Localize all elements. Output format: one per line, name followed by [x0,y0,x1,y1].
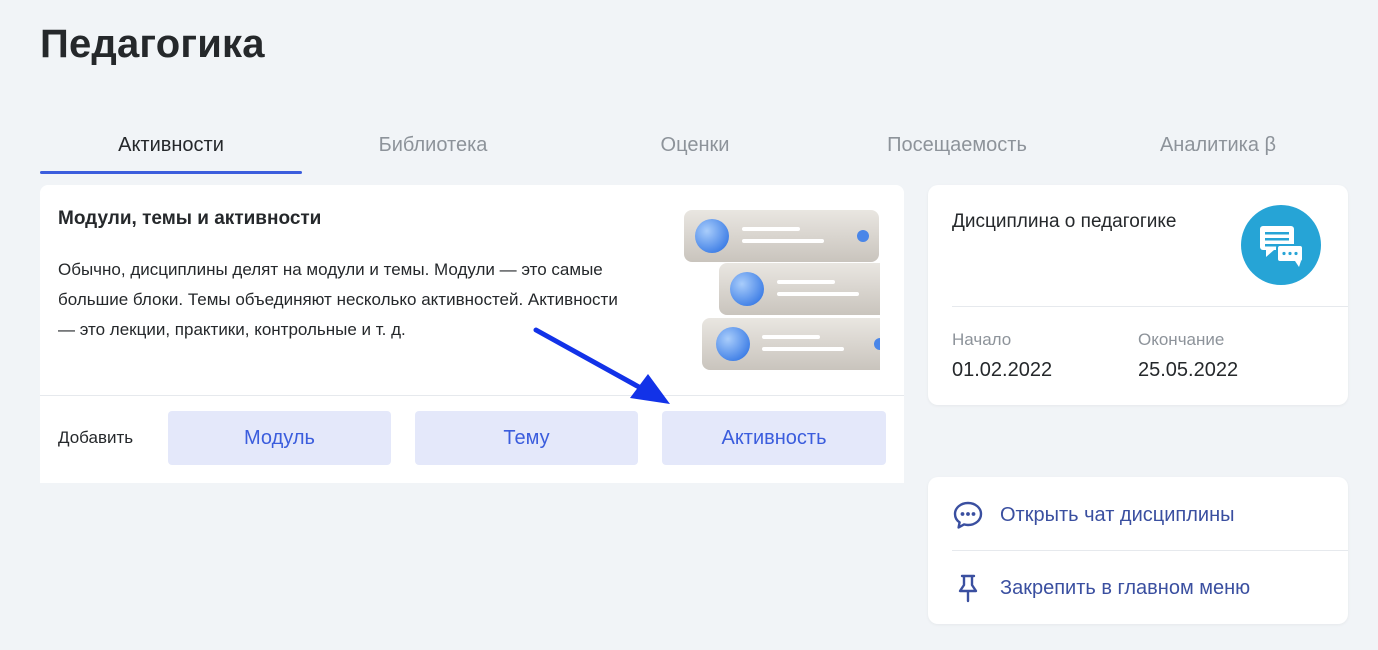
course-chat-badge-icon [1241,205,1321,285]
illustration-row-2 [719,263,880,315]
module-list-illustration [684,210,880,370]
pin-icon [958,574,978,603]
course-name: Дисциплина о педагогике [952,211,1177,232]
illustration-row-1 [684,210,879,262]
page-title: Педагогика [40,22,265,66]
open-chat-action[interactable]: Открыть чат дисциплины [952,479,1348,551]
course-actions-card: Открыть чат дисциплины Закрепить в главн… [928,477,1348,624]
open-chat-label: Открыть чат дисциплины [1000,503,1235,526]
tab-bar: Активности Библиотека Оценки Посещаемост… [40,118,1348,174]
pin-to-menu-label: Закрепить в главном меню [1000,576,1251,599]
tab-attendance[interactable]: Посещаемость [826,118,1088,172]
pin-to-menu-action[interactable]: Закрепить в главном меню [952,552,1348,624]
modules-card-divider [40,395,904,396]
modules-card-title: Модули, темы и активности [58,208,322,229]
add-module-button[interactable]: Модуль [168,411,391,465]
end-date-label: Окончание [1138,330,1225,349]
add-topic-button[interactable]: Тему [415,411,638,465]
course-info-card: Дисциплина о педагогике Начало 01.02.202… [928,185,1348,405]
end-date-value: 25.05.2022 [1138,359,1239,381]
modules-card-description: Обычно, дисциплины делят на модули и тем… [58,260,618,339]
tab-activities[interactable]: Активности [40,118,302,174]
start-date-value: 01.02.2022 [952,359,1053,381]
tab-analytics[interactable]: Аналитика β [1088,118,1348,172]
add-label: Добавить [58,428,134,447]
tab-grades[interactable]: Оценки [564,118,826,172]
actions-divider [952,550,1348,551]
chat-bubble-icon [953,501,983,529]
course-info-divider [952,306,1348,307]
start-date-label: Начало [952,330,1012,349]
tab-library[interactable]: Библиотека [302,118,564,172]
add-activity-button[interactable]: Активность [662,411,886,465]
illustration-row-3 [702,318,880,370]
modules-card: Модули, темы и активности Обычно, дисцип… [40,185,904,483]
